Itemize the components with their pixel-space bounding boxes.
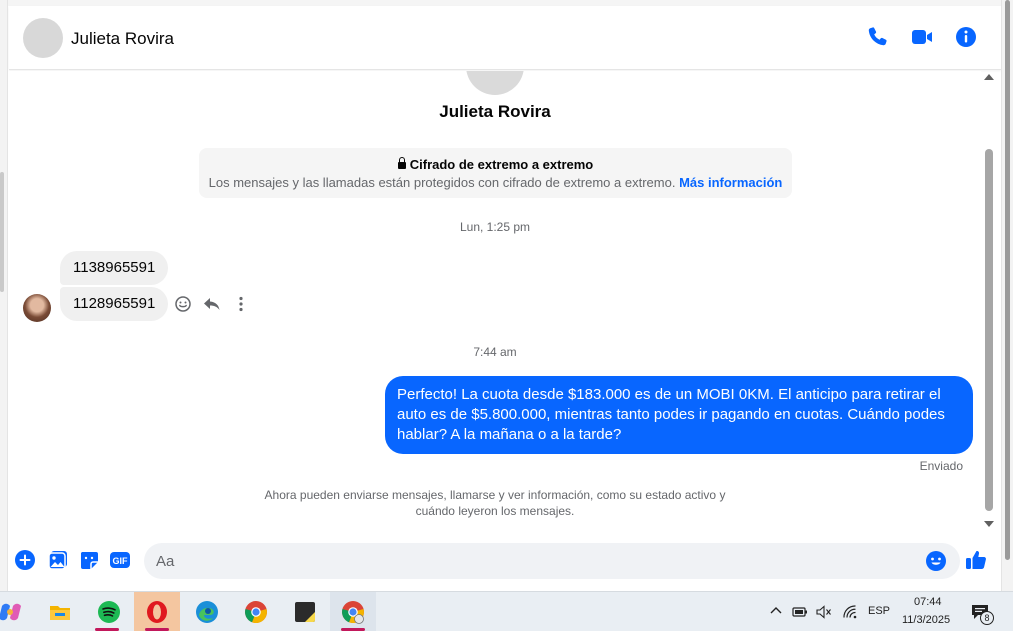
windows-taskbar: ESP 07:44 11/3/2025 8 [0,591,1013,631]
taskbar-file-explorer[interactable] [38,592,78,631]
messenger-window: Julieta Rovira Julieta Rovira Cifrado de… [0,0,1013,591]
plus-icon[interactable] [14,549,36,571]
conversation-scrollbar[interactable] [983,71,995,531]
scroll-up-arrow[interactable] [984,74,994,80]
privacy-info-note: Ahora pueden enviarse mensajes, llamarse… [264,488,726,518]
phone-icon[interactable] [866,25,890,49]
contact-avatar[interactable] [23,294,51,322]
chevron-up-icon[interactable] [770,606,782,614]
window-scrollbar[interactable] [1001,0,1013,591]
video-call-icon[interactable] [910,25,934,49]
folder-icon [50,606,70,620]
wifi-icon[interactable] [842,605,858,619]
scrollbar-thumb[interactable] [985,149,993,511]
reply-icon[interactable] [202,294,222,314]
chat-header: Julieta Rovira [9,6,1001,70]
message-timestamp: Lun, 1:25 pm [459,220,531,234]
message-status: Enviado [919,459,963,473]
taskbar-copilot[interactable] [0,592,28,631]
emoji-icon[interactable] [925,550,947,572]
contact-name-header[interactable]: Julieta Rovira [71,29,174,49]
message-timestamp: 7:44 am [473,345,517,359]
message-input[interactable] [144,543,960,579]
more-options-icon[interactable] [231,294,251,314]
profile-name: Julieta Rovira [439,102,551,121]
sticky-notes-icon [295,602,315,622]
language-indicator[interactable]: ESP [868,605,890,617]
taskbar-edge[interactable] [185,592,225,631]
clock-time[interactable]: 07:44 [914,596,942,608]
gif-label: GIF [113,556,129,566]
incoming-message[interactable]: 1138965591 [60,251,169,285]
sticker-icon[interactable] [78,549,100,571]
scroll-down-arrow[interactable] [984,521,994,527]
battery-icon[interactable] [792,606,808,618]
chrome-icon [245,601,267,624]
encryption-description: Los mensajes y las llamadas están proteg… [199,175,792,190]
left-edge-scrollbar[interactable] [0,0,8,591]
spotify-icon [98,601,120,623]
photo-icon[interactable] [47,549,69,571]
taskbar-opera[interactable] [134,592,180,631]
thumbs-up-icon[interactable] [964,548,988,572]
outgoing-message[interactable]: Perfecto! La cuota desde $183.000 es de … [385,376,973,454]
opera-icon [147,601,167,623]
notification-count-badge: 8 [980,611,994,625]
taskbar-chrome[interactable] [234,592,274,631]
edge-icon [196,601,218,623]
lock-icon [397,157,406,169]
taskbar-chrome-profile[interactable] [330,592,376,631]
gif-icon[interactable]: GIF [109,549,131,571]
conversation-area[interactable]: Julieta Rovira Cifrado de extremo a extr… [9,71,981,531]
speaker-muted-icon[interactable] [816,605,832,619]
clock-date[interactable]: 11/3/2025 [902,614,950,626]
more-info-link[interactable]: Más información [679,175,782,190]
message-composer: GIF [9,537,1001,585]
react-emoji-icon[interactable] [173,294,193,314]
copilot-icon [0,603,21,621]
encryption-notice: Cifrado de extremo a extremo Los mensaje… [199,148,792,198]
encryption-description-text: Los mensajes y las llamadas están proteg… [208,175,676,190]
profile-avatar [466,71,524,95]
incoming-message[interactable]: 1128965591 [60,287,169,321]
contact-avatar-header[interactable] [23,18,63,58]
info-icon[interactable] [954,25,978,49]
encryption-title-text: Cifrado de extremo a extremo [409,157,594,172]
taskbar-sticky-notes[interactable] [283,592,323,631]
encryption-title: Cifrado de extremo a extremo [199,157,792,172]
chrome-profile-icon [342,601,364,624]
taskbar-spotify[interactable] [87,592,127,631]
